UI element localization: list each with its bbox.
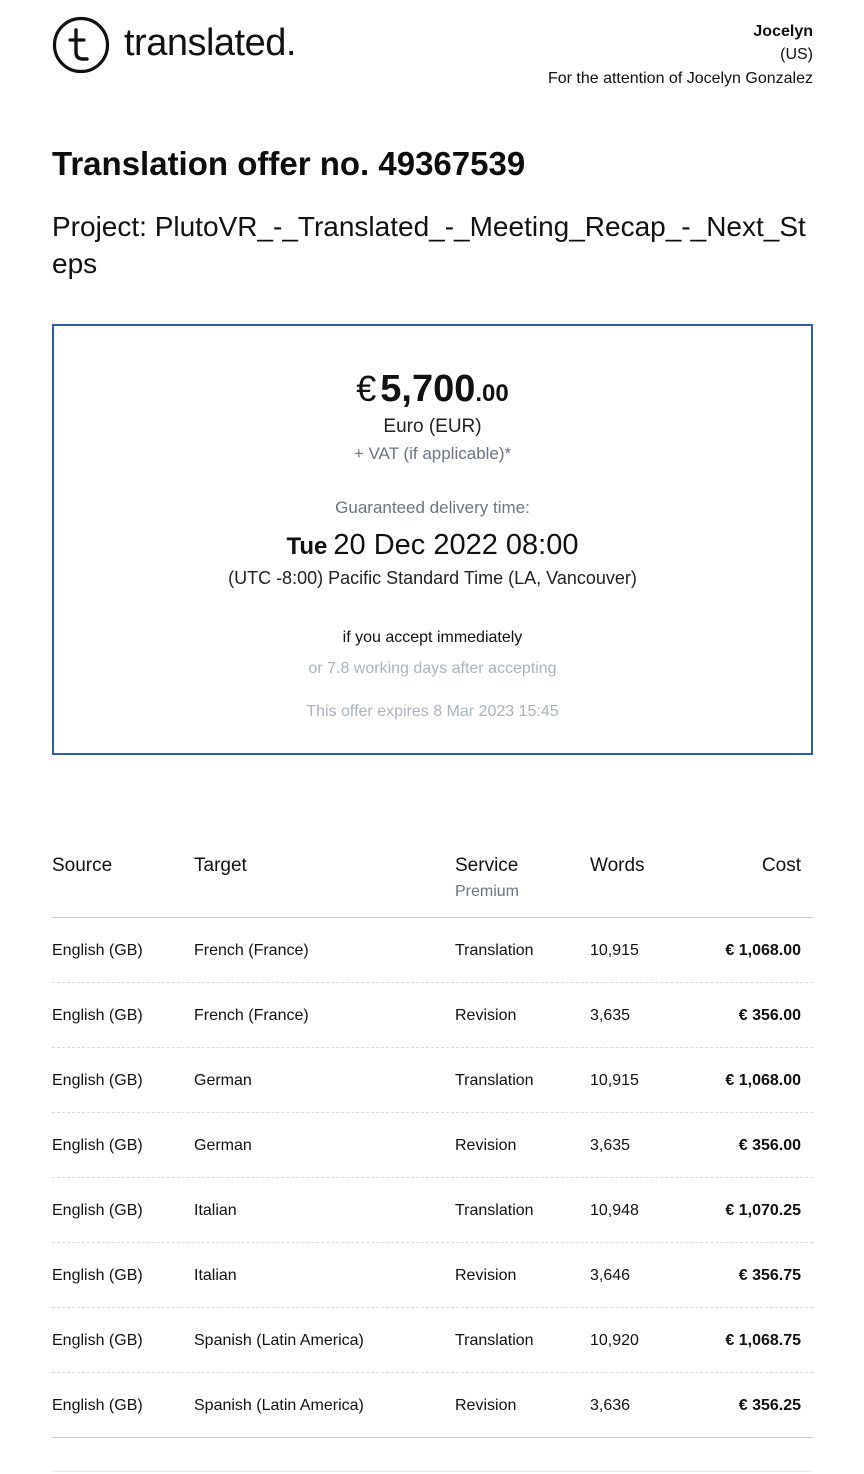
- cell-words: 3,646: [590, 1267, 631, 1284]
- header-target: Target: [194, 855, 247, 876]
- document-header: translated. Jocelyn (US) For the attenti…: [52, 16, 813, 96]
- recipient-attention: For the attention of Jocelyn Gonzalez: [547, 70, 813, 87]
- cell-cost: € 1,070.25: [725, 1202, 801, 1219]
- table-row: English (GB) Spanish (Latin America) Rev…: [52, 1373, 813, 1438]
- line-items-table: Source Target Service Premium Words Cost…: [52, 840, 813, 1438]
- table-row: English (GB) German Translation 10,915 €…: [52, 1048, 813, 1113]
- header-service-label: Service: [455, 855, 519, 876]
- section-divider: [52, 1471, 813, 1472]
- accept-immediately-note: if you accept immediately: [342, 629, 523, 646]
- cell-source: English (GB): [52, 1137, 143, 1154]
- cell-words: 10,915: [590, 1072, 639, 1089]
- table-row: English (GB) French (France) Translation…: [52, 918, 813, 983]
- delivery-timezone: (UTC -8:00) Pacific Standard Time (LA, V…: [228, 568, 637, 588]
- cell-source: English (GB): [52, 1397, 143, 1414]
- cell-target: German: [194, 1072, 252, 1089]
- cell-service: Revision: [455, 1397, 517, 1414]
- translated-logo: translated.: [52, 16, 296, 74]
- cell-cost: € 1,068.00: [725, 942, 801, 959]
- cell-service: Revision: [455, 1267, 517, 1284]
- cell-source: English (GB): [52, 1267, 143, 1284]
- cell-words: 3,635: [590, 1007, 631, 1024]
- cell-cost: € 1,068.00: [725, 1072, 801, 1089]
- currency-name: Euro (EUR): [383, 416, 482, 437]
- table-row: English (GB) Italian Revision 3,646 € 35…: [52, 1243, 813, 1308]
- logo-wordmark: translated.: [124, 22, 296, 64]
- table-row: English (GB) Spanish (Latin America) Tra…: [52, 1308, 813, 1373]
- delivery-label: Guaranteed delivery time:: [335, 498, 530, 517]
- cell-service: Translation: [455, 1202, 534, 1219]
- cell-words: 10,920: [590, 1332, 639, 1349]
- currency-symbol: €: [356, 368, 377, 409]
- total-price: €5,700.00: [54, 366, 811, 420]
- vat-note: + VAT (if applicable)*: [353, 444, 512, 463]
- offer-title: Translation offer no. 49367539: [52, 145, 526, 182]
- table-header: Source Target Service Premium Words Cost: [52, 840, 813, 918]
- recipient-country: (US): [780, 46, 813, 63]
- recipient-block: Jocelyn (US) For the attention of Jocely…: [548, 21, 813, 91]
- cell-service: Translation: [455, 942, 534, 959]
- cell-cost: € 356.00: [738, 1007, 801, 1024]
- header-source: Source: [52, 855, 113, 876]
- header-service-tier: Premium: [455, 883, 520, 900]
- offer-summary-box: €5,700.00 Euro (EUR) + VAT (if applicabl…: [52, 324, 813, 755]
- cell-cost: € 356.25: [738, 1397, 801, 1414]
- cell-source: English (GB): [52, 1332, 143, 1349]
- cell-cost: € 356.00: [738, 1137, 801, 1154]
- table-row: English (GB) Italian Translation 10,948 …: [52, 1178, 813, 1243]
- cell-source: English (GB): [52, 1007, 143, 1024]
- cell-service: Revision: [455, 1007, 517, 1024]
- project-title: Project: PlutoVR_-_Translated_-_Meeting_…: [52, 211, 806, 279]
- cell-cost: € 356.75: [738, 1267, 801, 1284]
- translated-logo-icon: [52, 16, 110, 74]
- cell-service: Translation: [455, 1072, 534, 1089]
- delivery-datetime: Tue 20 Dec 2022 08:00: [54, 525, 811, 570]
- cell-target: Spanish (Latin America): [194, 1397, 364, 1414]
- cell-source: English (GB): [52, 942, 143, 959]
- header-service: Service Premium: [455, 854, 519, 902]
- cell-words: 3,635: [590, 1137, 631, 1154]
- cell-target: German: [194, 1137, 252, 1154]
- cell-target: Spanish (Latin America): [194, 1332, 364, 1349]
- cell-words: 10,915: [590, 942, 639, 959]
- table-row: English (GB) German Revision 3,635 € 356…: [52, 1113, 813, 1178]
- table-row: English (GB) French (France) Revision 3,…: [52, 983, 813, 1048]
- price-integer: 5,700: [380, 368, 476, 410]
- cell-target: Italian: [194, 1202, 237, 1219]
- cell-target: French (France): [194, 942, 309, 959]
- cell-service: Translation: [455, 1332, 534, 1349]
- cell-target: French (France): [194, 1007, 309, 1024]
- header-cost: Cost: [761, 855, 801, 876]
- cell-words: 3,636: [590, 1397, 631, 1414]
- cell-target: Italian: [194, 1267, 237, 1284]
- price-decimals: .00: [475, 380, 509, 407]
- header-words: Words: [590, 855, 645, 876]
- cell-source: English (GB): [52, 1202, 143, 1219]
- cell-words: 10,948: [590, 1202, 639, 1219]
- cell-cost: € 1,068.75: [725, 1332, 801, 1349]
- cell-service: Revision: [455, 1137, 517, 1154]
- cell-source: English (GB): [52, 1072, 143, 1089]
- recipient-name: Jocelyn: [753, 23, 813, 40]
- offer-expiry: This offer expires 8 Mar 2023 15:45: [306, 703, 559, 720]
- working-days-note: or 7.8 working days after accepting: [308, 660, 557, 677]
- delivery-weekday: Tue: [286, 533, 328, 560]
- delivery-date: 20 Dec 2022 08:00: [333, 529, 579, 561]
